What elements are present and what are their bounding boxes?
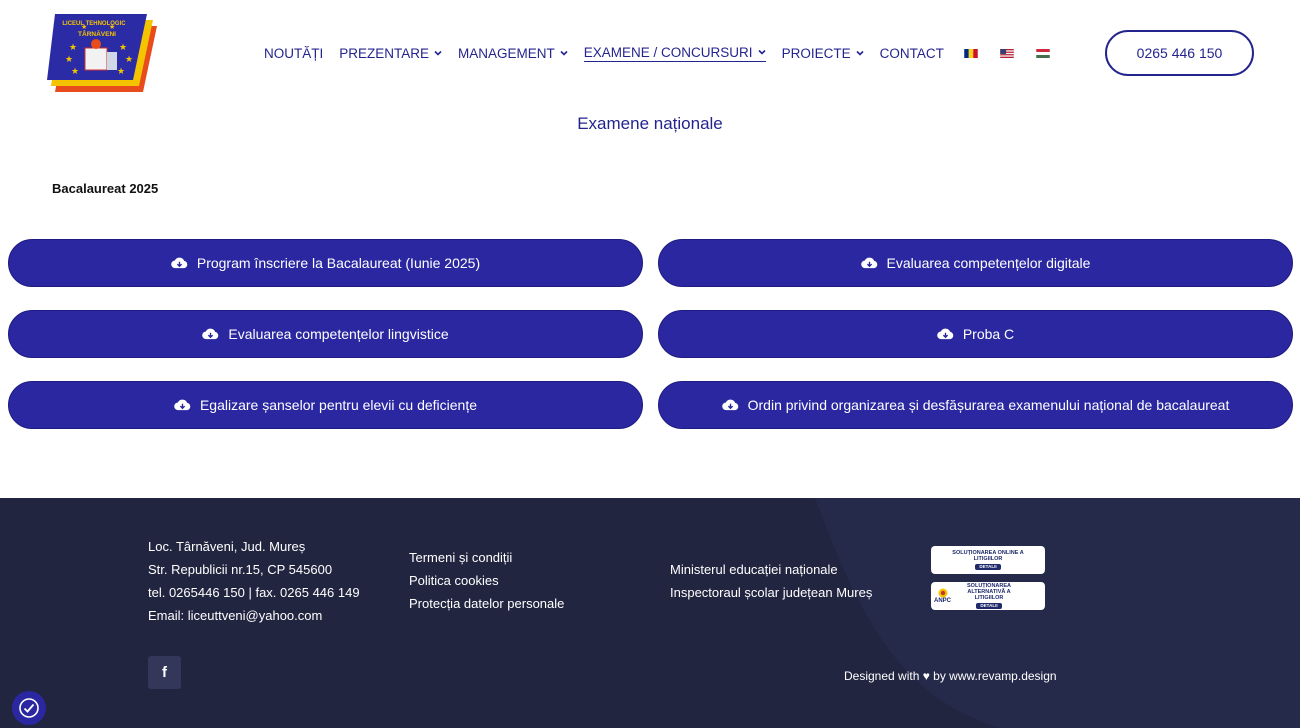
school-logo[interactable]: LICEUL TEHNOLOGIC TÂRNĂVENI ★ ★ ★ ★ ★ ★ ★ ★ xyxy=(47,14,159,92)
svg-text:★: ★ xyxy=(125,55,133,65)
cloud-download-icon xyxy=(937,328,954,340)
svg-text:★: ★ xyxy=(119,43,127,53)
nav-item-noutati[interactable]: NOUTĂȚI xyxy=(264,46,323,61)
svg-text:★: ★ xyxy=(69,43,77,53)
address-line: tel. 0265446 150 | fax. 0265 446 149 xyxy=(148,585,360,600)
footer-institution-links: Ministerul educației naționale Inspector… xyxy=(670,558,872,604)
download-button-label: Evaluarea competențelor digitale xyxy=(886,255,1091,271)
nav-label: EXAMENE / CONCURSURI xyxy=(583,44,753,60)
nav-label: NOUTĂȚI xyxy=(264,45,324,61)
chevron-down-icon xyxy=(757,49,766,55)
badge-text: SOLUȚIONAREA ALTERNATIVĂ A LITIGIILOR xyxy=(967,583,1012,601)
badge-anpc[interactable]: ANPC SOLUȚIONAREA ALTERNATIVĂ A LITIGIIL… xyxy=(931,582,1045,610)
link-ministerul-educatiei[interactable]: Ministerul educației naționale xyxy=(670,558,872,581)
nav-item-proiecte[interactable]: PROIECTE xyxy=(782,46,864,61)
flag-usa-icon[interactable] xyxy=(1000,48,1014,58)
badge-text: SOLUȚIONAREA ONLINE A LITIGIILOR xyxy=(952,550,1024,562)
download-button-label: Egalizare șanselor pentru elevii cu defi… xyxy=(199,397,478,413)
anpc-emblem-icon xyxy=(938,588,947,598)
svg-text:★: ★ xyxy=(81,23,87,31)
badge-detail: DETALII xyxy=(975,564,1001,570)
footer-address: Loc. Târnăveni, Jud. Mureș Str. Republic… xyxy=(148,535,360,627)
anpc-logo: ANPC xyxy=(934,588,951,604)
download-button-label: Evaluarea competențelor lingvistice xyxy=(228,326,449,342)
page-title: Examene naționale xyxy=(577,114,723,133)
download-button-program-inscriere[interactable]: Program înscriere la Bacalaureat (Iunie … xyxy=(8,239,643,287)
cloud-download-icon xyxy=(171,257,188,269)
nav-item-contact[interactable]: CONTACT xyxy=(880,46,944,61)
badge-detail: DETALII xyxy=(976,603,1002,609)
download-button-competente-digitale[interactable]: Evaluarea competențelor digitale xyxy=(658,239,1293,287)
link-inspectoratul-scolar[interactable]: Inspectoraul școlar județean Mureș xyxy=(670,581,872,604)
nav-label: CONTACT xyxy=(879,45,944,61)
logo-top-text: LICEUL TEHNOLOGIC xyxy=(62,21,126,27)
cloud-download-icon xyxy=(721,399,738,411)
svg-text:★: ★ xyxy=(117,67,125,77)
address-line: Email: liceuttveni@yahoo.com xyxy=(148,608,323,623)
flag-hungary-icon[interactable] xyxy=(1036,48,1050,58)
anpc-logo-text: ANPC xyxy=(934,598,952,604)
site-header: LICEUL TEHNOLOGIC TÂRNĂVENI ★ ★ ★ ★ ★ ★ ★ ★ … xyxy=(0,0,1300,110)
site-footer: Loc. Târnăveni, Jud. Mureș Str. Republic… xyxy=(0,498,1300,728)
download-button-label: Program înscriere la Bacalaureat (Iunie … xyxy=(196,255,481,271)
nav-item-management[interactable]: MANAGEMENT xyxy=(458,46,568,61)
footer-legal-links: Termeni și condiții Politica cookies Pro… xyxy=(409,546,564,615)
cloud-download-icon xyxy=(202,328,219,340)
download-button-competente-lingvistice[interactable]: Evaluarea competențelor lingvistice xyxy=(8,310,643,358)
nav-label: MANAGEMENT xyxy=(458,45,555,61)
chevron-down-icon xyxy=(434,50,442,56)
cloud-download-icon xyxy=(860,257,877,269)
section-title: Bacalaureat 2025 xyxy=(52,181,159,196)
phone-button[interactable]: 0265 446 150 xyxy=(1105,30,1254,76)
facebook-button[interactable]: f xyxy=(148,656,181,689)
link-politica-cookies[interactable]: Politica cookies xyxy=(409,569,564,592)
nav-label: PREZENTARE xyxy=(339,45,430,61)
flag-romania-icon[interactable] xyxy=(964,48,978,58)
svg-text:★: ★ xyxy=(71,67,79,77)
link-protectia-datelor[interactable]: Protecția datelor personale xyxy=(409,592,564,615)
accessibility-icon xyxy=(19,698,39,718)
chevron-down-icon xyxy=(856,50,864,56)
download-button-egalizare-sanse[interactable]: Egalizare șanselor pentru elevii cu defi… xyxy=(8,381,643,429)
address-line: Loc. Târnăveni, Jud. Mureș xyxy=(148,539,306,554)
nav-label: PROIECTE xyxy=(781,45,851,61)
chevron-down-icon xyxy=(560,50,568,56)
download-button-proba-c[interactable]: Proba C xyxy=(658,310,1293,358)
facebook-icon: f xyxy=(162,664,167,681)
cloud-download-icon xyxy=(174,399,191,411)
badge-solutionarea-online[interactable]: SOLUȚIONAREA ONLINE A LITIGIILOR DETALII xyxy=(931,546,1045,574)
svg-text:★: ★ xyxy=(109,23,115,31)
address-line: Str. Republicii nr.15, CP 545600 xyxy=(148,562,333,577)
download-button-label: Ordin privind organizarea și desfășurare… xyxy=(747,397,1230,413)
svg-text:★: ★ xyxy=(65,55,73,65)
download-button-label: Proba C xyxy=(962,326,1015,342)
nav-item-examene-concursuri[interactable]: EXAMENE / CONCURSURI xyxy=(583,44,766,62)
accessibility-button[interactable] xyxy=(12,691,46,725)
link-termeni-conditii[interactable]: Termeni și condiții xyxy=(409,546,564,569)
download-button-ordin-bacalaureat[interactable]: Ordin privind organizarea și desfășurare… xyxy=(658,381,1293,429)
main-nav: NOUTĂȚI PREZENTARE MANAGEMENT EXAMENE / … xyxy=(264,44,1072,62)
nav-item-prezentare[interactable]: PREZENTARE xyxy=(339,46,442,61)
designer-credit[interactable]: Designed with ♥ by www.revamp.design xyxy=(844,669,1057,683)
